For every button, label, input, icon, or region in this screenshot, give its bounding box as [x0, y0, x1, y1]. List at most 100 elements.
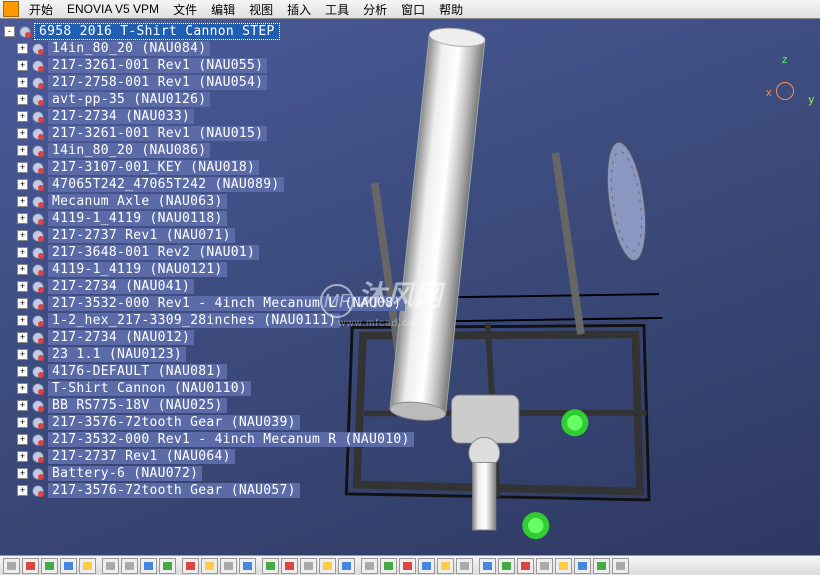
expand-icon[interactable]: +	[17, 128, 28, 139]
expand-icon[interactable]: +	[17, 349, 28, 360]
expand-icon[interactable]: +	[17, 162, 28, 173]
tree-item-label[interactable]: 217-2758-001 Rev1 (NAU054)	[48, 75, 267, 90]
tree-item[interactable]: +217-2734 (NAU041)	[4, 278, 414, 295]
tree-item-label[interactable]: 217-3532-000 Rev1 - 4inch Mecanum L (NAU…	[48, 296, 405, 311]
tree-item-label[interactable]: 217-2734 (NAU012)	[48, 330, 194, 345]
tree-item-label[interactable]: 217-2737 Rev1 (NAU071)	[48, 228, 235, 243]
tool-11[interactable]	[201, 558, 218, 574]
tree-item-label[interactable]: Mecanum Axle (NAU063)	[48, 194, 227, 209]
tool-2[interactable]	[22, 558, 39, 574]
menu-window[interactable]: 窗口	[394, 1, 432, 18]
expand-icon[interactable]: +	[17, 434, 28, 445]
tool-29[interactable]	[555, 558, 572, 574]
tree-item-label[interactable]: 4176-DEFAULT (NAU081)	[48, 364, 227, 379]
tool-20[interactable]	[380, 558, 397, 574]
menu-view[interactable]: 视图	[242, 1, 280, 18]
tree-item[interactable]: +217-3261-001 Rev1 (NAU015)	[4, 125, 414, 142]
expand-icon[interactable]: +	[17, 77, 28, 88]
tree-item[interactable]: +217-2737 Rev1 (NAU071)	[4, 227, 414, 244]
tree-item-label[interactable]: 23 1.1 (NAU0123)	[48, 347, 186, 362]
tree-root-label[interactable]: 6958 2016 T-Shirt Cannon STEP	[35, 24, 279, 39]
tree-item-label[interactable]: avt-pp-35 (NAU0126)	[48, 92, 210, 107]
tree-item[interactable]: + BB RS775-18V (NAU025)	[4, 397, 414, 414]
expand-icon[interactable]: +	[17, 213, 28, 224]
tool-7[interactable]	[121, 558, 138, 574]
tool-1[interactable]	[3, 558, 20, 574]
tool-23[interactable]	[437, 558, 454, 574]
expand-icon[interactable]: +	[17, 451, 28, 462]
tree-item-label[interactable]: 217-2734 (NAU033)	[48, 109, 194, 124]
menu-enovia[interactable]: ENOVIA V5 VPM	[60, 2, 166, 16]
tool-25[interactable]	[479, 558, 496, 574]
expand-icon[interactable]: +	[17, 383, 28, 394]
tree-item-label[interactable]: 4119-1_4119 (NAU0121)	[48, 262, 227, 277]
expand-icon[interactable]: +	[17, 417, 28, 428]
tool-3[interactable]	[41, 558, 58, 574]
menu-edit[interactable]: 编辑	[204, 1, 242, 18]
tree-item-label[interactable]: T-Shirt Cannon (NAU0110)	[48, 381, 251, 396]
expand-icon[interactable]: +	[17, 264, 28, 275]
expand-icon[interactable]: +	[17, 485, 28, 496]
tree-item-label[interactable]: 217-2737 Rev1 (NAU064)	[48, 449, 235, 464]
tree-item-label[interactable]: 217-3648-001 Rev2 (NAU01)	[48, 245, 259, 260]
tree-item[interactable]: +217-2737 Rev1 (NAU064)	[4, 448, 414, 465]
viewport-3d[interactable]: - 6958 2016 T-Shirt Cannon STEP +14in_80…	[0, 19, 820, 555]
expand-icon[interactable]: +	[17, 332, 28, 343]
tool-31[interactable]	[593, 558, 610, 574]
menu-file[interactable]: 文件	[166, 1, 204, 18]
tree-item[interactable]: + Battery-6 (NAU072)	[4, 465, 414, 482]
tree-item[interactable]: +217-2734 (NAU033)	[4, 108, 414, 125]
tool-22[interactable]	[418, 558, 435, 574]
tool-21[interactable]	[399, 558, 416, 574]
tree-item[interactable]: +avt-pp-35 (NAU0126)	[4, 91, 414, 108]
expand-icon[interactable]: +	[17, 247, 28, 258]
collapse-icon[interactable]: -	[4, 26, 15, 37]
expand-icon[interactable]: +	[17, 43, 28, 54]
expand-icon[interactable]: +	[17, 400, 28, 411]
expand-icon[interactable]: +	[17, 60, 28, 71]
expand-icon[interactable]: +	[17, 298, 28, 309]
tree-item[interactable]: +217-3648-001 Rev2 (NAU01)	[4, 244, 414, 261]
spec-tree[interactable]: - 6958 2016 T-Shirt Cannon STEP +14in_80…	[4, 23, 414, 499]
tree-item[interactable]: +217-3261-001 Rev1 (NAU055)	[4, 57, 414, 74]
tree-item-label[interactable]: 14in_80_20 (NAU084)	[48, 41, 210, 56]
expand-icon[interactable]: +	[17, 111, 28, 122]
expand-icon[interactable]: +	[17, 468, 28, 479]
tool-8[interactable]	[140, 558, 157, 574]
tree-item[interactable]: +217-2758-001 Rev1 (NAU054)	[4, 74, 414, 91]
tree-root[interactable]: - 6958 2016 T-Shirt Cannon STEP	[4, 23, 414, 40]
expand-icon[interactable]: +	[17, 179, 28, 190]
expand-icon[interactable]: +	[17, 281, 28, 292]
tool-27[interactable]	[517, 558, 534, 574]
menu-insert[interactable]: 插入	[280, 1, 318, 18]
tool-30[interactable]	[574, 558, 591, 574]
tool-14[interactable]	[262, 558, 279, 574]
tree-item-label[interactable]: BB RS775-18V (NAU025)	[48, 398, 227, 413]
tree-item[interactable]: +217-3532-000 Rev1 - 4inch Mecanum L (NA…	[4, 295, 414, 312]
tree-item-label[interactable]: 217-3261-001 Rev1 (NAU015)	[48, 126, 267, 141]
tool-6[interactable]	[102, 558, 119, 574]
tree-item[interactable]: +1-2_hex_217-3309_28inches (NAU0111)	[4, 312, 414, 329]
tool-10[interactable]	[182, 558, 199, 574]
tree-item[interactable]: +4119-1_4119 (NAU0121)	[4, 261, 414, 278]
tree-item[interactable]: +217-2734 (NAU012)	[4, 329, 414, 346]
tool-5[interactable]	[79, 558, 96, 574]
menu-tools[interactable]: 工具	[318, 1, 356, 18]
tree-item-label[interactable]: 1-2_hex_217-3309_28inches (NAU0111)	[48, 313, 340, 328]
tree-item-label[interactable]: 217-2734 (NAU041)	[48, 279, 194, 294]
tree-item[interactable]: +217-3576-72tooth Gear (NAU057)	[4, 482, 414, 499]
tree-item[interactable]: +4176-DEFAULT (NAU081)	[4, 363, 414, 380]
tree-item[interactable]: +4119-1_4119 (NAU0118)	[4, 210, 414, 227]
tree-item-label[interactable]: 217-3576-72tooth Gear (NAU057)	[48, 483, 300, 498]
tree-item[interactable]: +217-3107-001_KEY (NAU018)	[4, 159, 414, 176]
tree-item-label[interactable]: 217-3107-001_KEY (NAU018)	[48, 160, 259, 175]
tool-9[interactable]	[159, 558, 176, 574]
tree-item-label[interactable]: 217-3532-000 Rev1 - 4inch Mecanum R (NAU…	[48, 432, 414, 447]
tool-15[interactable]	[281, 558, 298, 574]
tool-16[interactable]	[300, 558, 317, 574]
tree-item-label[interactable]: Battery-6 (NAU072)	[48, 466, 202, 481]
tool-19[interactable]	[361, 558, 378, 574]
tree-item-label[interactable]: 217-3261-001 Rev1 (NAU055)	[48, 58, 267, 73]
tool-12[interactable]	[220, 558, 237, 574]
tool-13[interactable]	[239, 558, 256, 574]
